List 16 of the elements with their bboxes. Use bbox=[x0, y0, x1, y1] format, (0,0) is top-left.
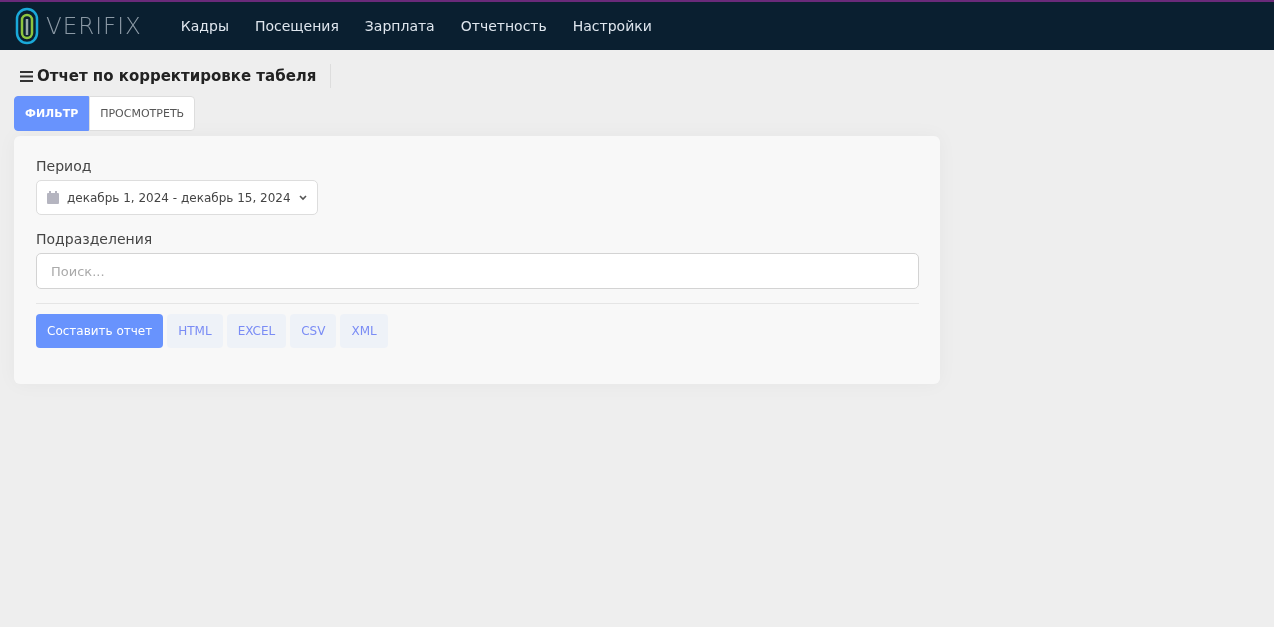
nav-link[interactable]: Посещения bbox=[241, 18, 352, 34]
nav-link[interactable]: Зарплата bbox=[351, 18, 448, 34]
nav-link[interactable]: Настройки bbox=[559, 18, 665, 34]
field-label: Период bbox=[36, 158, 93, 174]
chevron-down-icon bbox=[298, 194, 307, 201]
nav-link[interactable]: Кадры bbox=[167, 18, 242, 34]
tab[interactable]: ПРОСМОТРЕТЬ bbox=[89, 96, 196, 131]
search-field[interactable]: Поиск... bbox=[36, 253, 919, 289]
menu-icon[interactable] bbox=[20, 70, 33, 82]
fingerprint-logo-icon bbox=[14, 7, 40, 45]
field-label: Подразделения bbox=[36, 231, 154, 247]
calendar-icon bbox=[47, 191, 59, 204]
page-title: Отчет по корректировке табеля bbox=[37, 64, 332, 88]
date-range-picker[interactable]: декабрь 1, 2024 - декабрь 15, 2024 bbox=[36, 180, 318, 215]
brand-name: VERIFIX bbox=[46, 13, 142, 39]
nav-link[interactable]: Отчетность bbox=[447, 18, 560, 34]
